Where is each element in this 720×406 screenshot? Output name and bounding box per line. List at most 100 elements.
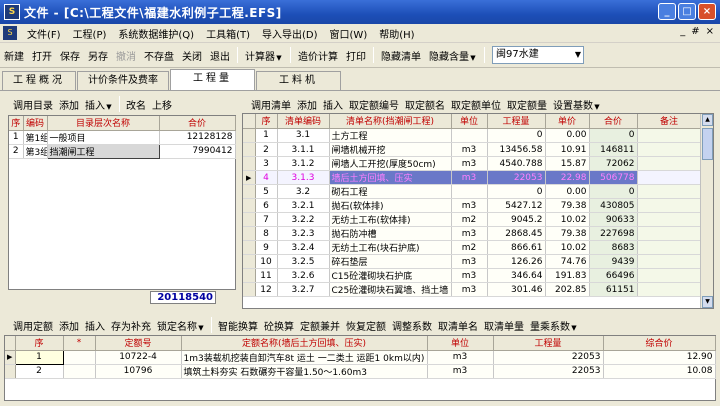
price-calc-button[interactable]: 造价计算: [294, 48, 342, 63]
add-directory-button[interactable]: 添加: [56, 97, 82, 112]
table-row[interactable]: 2 第3组 挡潮闸工程 7990412: [9, 143, 236, 159]
scroll-down-icon[interactable]: ▼: [702, 296, 713, 308]
minimize-button[interactable]: _: [658, 3, 676, 20]
row-indicator[interactable]: ▶: [5, 350, 16, 365]
get-quota-name-button[interactable]: 取定额名: [402, 97, 448, 112]
column-header-unit[interactable]: 单位: [427, 336, 494, 351]
column-header-quantity[interactable]: 工程量: [493, 336, 604, 351]
table-row[interactable]: 11 3.2.6 C15砼灌砌块石护底 m3 346.64 191.83 66496: [243, 268, 702, 283]
save-supplement-button[interactable]: 存为补充: [108, 318, 154, 333]
column-header-unit-price[interactable]: 单价: [545, 114, 590, 129]
row-name-selected[interactable]: 挡潮闸工程: [46, 143, 160, 159]
lock-name-button[interactable]: 锁定名称▼: [154, 318, 208, 333]
qty-multiply-coef-button[interactable]: 量乘系数▼: [527, 318, 581, 333]
table-row[interactable]: 5 3.2 砌石工程 0 0.00 0: [243, 184, 702, 199]
get-quota-code-button[interactable]: 取定额编号: [346, 97, 402, 112]
restore-quota-button[interactable]: 恢复定额: [343, 318, 389, 333]
hide-content-button[interactable]: 隐藏含量▼: [425, 48, 481, 63]
table-row[interactable]: ▶ 4 3.1.3 墙后土方回填、压实 m3 22053 22.98 506778: [243, 170, 702, 185]
table-row[interactable]: 9 3.2.4 无纺土工布(块石护底) m2 866.61 10.02 8683: [243, 240, 702, 255]
column-header-composite-price[interactable]: 综合价: [603, 336, 716, 351]
no-store-button[interactable]: 不存盘: [140, 48, 178, 63]
menu-toolbox[interactable]: 工具箱(T): [200, 26, 256, 41]
add-quota-button[interactable]: 添加: [56, 318, 82, 333]
close-button[interactable]: ×: [698, 3, 716, 20]
region-select[interactable]: 闽97水建 ▼: [492, 46, 584, 64]
concrete-convert-button[interactable]: 砼换算: [261, 318, 297, 333]
close-file-button[interactable]: 关闭: [178, 48, 206, 63]
menu-window[interactable]: 窗口(W): [324, 26, 374, 41]
row-indicator[interactable]: ▶: [243, 170, 256, 185]
set-base-button[interactable]: 设置基数▼: [550, 97, 604, 112]
table-row[interactable]: 7 3.2.2 无纺土工布(软体排) m2 9045.2 10.02 90633: [243, 212, 702, 227]
get-quota-unit-button[interactable]: 取定额单位: [448, 97, 504, 112]
tab-pricing-conditions[interactable]: 计价条件及费率: [77, 71, 169, 90]
add-bill-button[interactable]: 添加: [294, 97, 320, 112]
table-row[interactable]: 3 3.1.2 闸墙人工开挖(厚度50cm) m3 4540.788 15.87 72062: [243, 156, 702, 171]
table-row[interactable]: 2 3.1.1 闸墙机械开挖 m3 13456.58 10.91 146811: [243, 142, 702, 157]
adjust-coef-button[interactable]: 调整系数: [389, 318, 435, 333]
column-header-bill-code[interactable]: 清单编码: [277, 114, 330, 129]
table-row[interactable]: 2 10796 填筑土料夯实 石数碾夯干容量1.50～1.60m3 m3 22053 10…: [5, 364, 716, 379]
save-button[interactable]: 保存: [56, 48, 84, 63]
insert-directory-button[interactable]: 插入▼: [82, 97, 116, 112]
call-bill-button[interactable]: 调用清单: [248, 97, 294, 112]
mdi-restore-button[interactable]: #: [691, 26, 699, 37]
menu-file[interactable]: 文件(F): [21, 26, 67, 41]
tab-project-overview[interactable]: 工程概况: [2, 71, 76, 90]
column-header-dir-name[interactable]: 目录层次名称: [47, 116, 160, 131]
scroll-up-icon[interactable]: ▲: [702, 114, 713, 126]
column-header-quota-name[interactable]: 定额名称(墙后土方回填、压实): [181, 336, 428, 351]
mdi-minimize-button[interactable]: _: [680, 26, 685, 37]
call-directory-button[interactable]: 调用目录: [10, 97, 56, 112]
calculator-button[interactable]: 计算器▼: [241, 48, 287, 63]
bill-table-scrollbar[interactable]: ▲ ▼: [700, 114, 713, 308]
row-indicator[interactable]: [243, 142, 256, 157]
call-quota-button[interactable]: 调用定额: [10, 318, 56, 333]
column-header-quota-code[interactable]: 定额号: [95, 336, 182, 351]
column-header-quantity[interactable]: 工程量: [487, 114, 546, 129]
tab-quantities[interactable]: 工程量: [170, 69, 255, 90]
open-button[interactable]: 打开: [28, 48, 56, 63]
column-header-star[interactable]: *: [63, 336, 96, 351]
row-indicator[interactable]: [243, 254, 256, 269]
column-header-bill-name[interactable]: 清单名称(挡潮闸工程): [329, 114, 452, 129]
save-as-button[interactable]: 另存: [84, 48, 112, 63]
column-header-seq[interactable]: 序: [9, 116, 24, 131]
table-row[interactable]: 8 3.2.3 抛石防冲槽 m3 2868.45 79.38 227698: [243, 226, 702, 241]
row-indicator[interactable]: [243, 212, 256, 227]
row-indicator[interactable]: [243, 226, 256, 241]
row-indicator[interactable]: [243, 268, 256, 283]
column-header-seq[interactable]: 序: [255, 114, 278, 129]
row-indicator[interactable]: [243, 282, 256, 297]
maximize-button[interactable]: □: [678, 3, 696, 20]
column-header-total[interactable]: 合价: [159, 116, 236, 131]
exit-button[interactable]: 退出: [206, 48, 234, 63]
row-indicator[interactable]: [5, 364, 16, 379]
menu-sysdata[interactable]: 系统数据维护(Q): [112, 26, 200, 41]
table-row[interactable]: 1 3.1 土方工程 0 0.00 0: [243, 128, 702, 143]
table-row[interactable]: 10 3.2.5 碎石垫层 m3 126.26 74.76 9439: [243, 254, 702, 269]
quota-merge-button[interactable]: 定额兼并: [297, 318, 343, 333]
row-indicator[interactable]: [243, 198, 256, 213]
print-button[interactable]: 打印: [342, 48, 370, 63]
mdi-close-button[interactable]: ×: [706, 26, 714, 37]
smart-convert-button[interactable]: 智能换算: [215, 318, 261, 333]
undo-button[interactable]: 撤消: [112, 48, 140, 63]
column-header-code[interactable]: 编码: [23, 116, 48, 131]
new-button[interactable]: 新建: [0, 48, 28, 63]
row-indicator[interactable]: [243, 184, 256, 199]
menu-help[interactable]: 帮助(H): [373, 26, 420, 41]
row-indicator[interactable]: [243, 156, 256, 171]
row-indicator[interactable]: [243, 240, 256, 255]
insert-quota-button[interactable]: 插入: [82, 318, 108, 333]
insert-bill-button[interactable]: 插入: [320, 97, 346, 112]
move-up-button[interactable]: 上移: [149, 97, 175, 112]
column-header-total[interactable]: 合价: [589, 114, 638, 129]
app-menu-icon[interactable]: S: [3, 26, 17, 40]
table-row[interactable]: ▶ 1 10722-4 1m3装载机挖装自卸汽车8t 运土 一二类土 运距1 0km以…: [5, 349, 716, 365]
table-row[interactable]: 1 第1组 一般项目 12128128: [9, 130, 236, 145]
get-quota-amount-button[interactable]: 取定额量: [504, 97, 550, 112]
column-header-seq[interactable]: 序: [15, 336, 64, 351]
tab-labor-materials[interactable]: 工料机: [256, 71, 341, 90]
